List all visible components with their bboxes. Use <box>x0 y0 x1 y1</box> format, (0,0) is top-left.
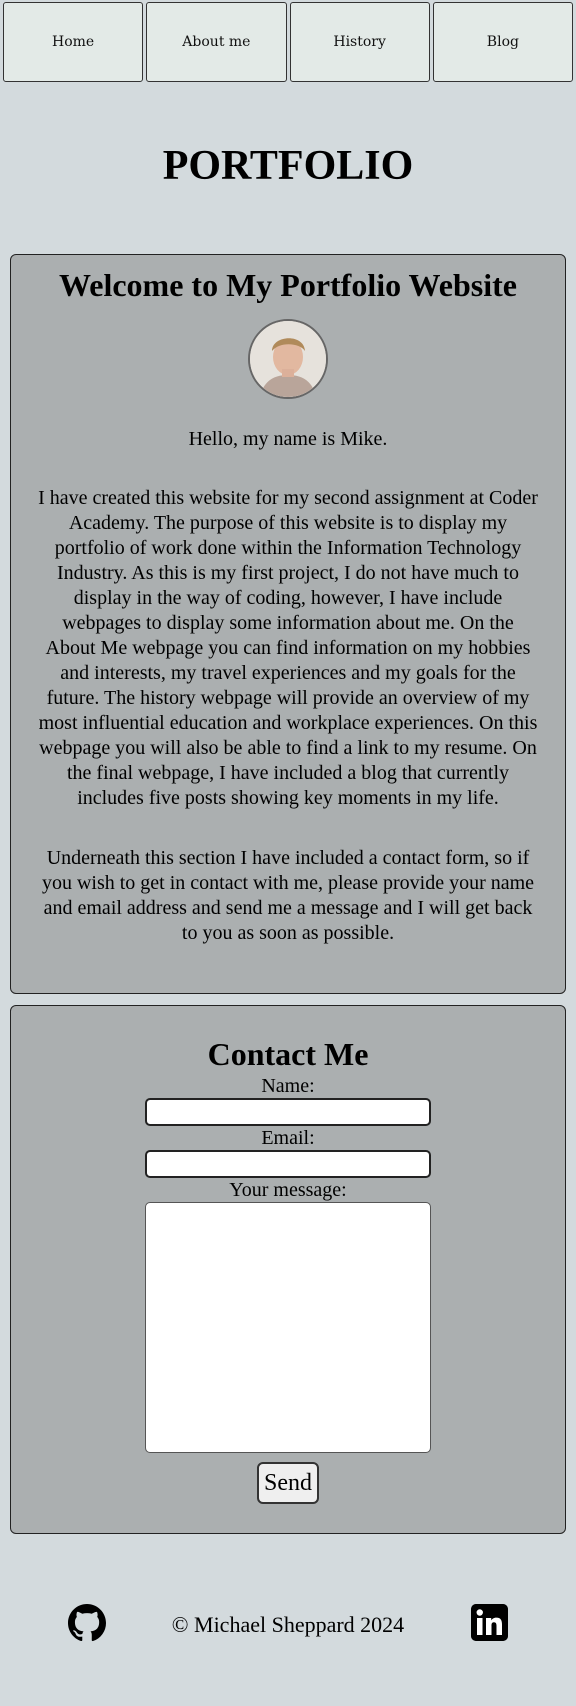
name-label: Name: <box>261 1075 315 1097</box>
contact-info-paragraph: Underneath this section I have included … <box>41 847 535 944</box>
profile-avatar <box>248 319 328 399</box>
nav-about-button[interactable]: About me <box>146 2 287 82</box>
nav-history-button[interactable]: History <box>289 2 430 82</box>
send-button[interactable]: Send <box>257 1462 319 1504</box>
contact-section: Contact Me Name: Email: Your message: Se… <box>10 1005 566 1534</box>
nav-blog-button[interactable]: Blog <box>432 2 573 82</box>
profile-photo <box>250 321 326 397</box>
greeting-text: Hello, my name is Mike. <box>188 428 388 450</box>
contact-heading: Contact Me <box>207 1036 369 1072</box>
message-textarea[interactable] <box>145 1202 431 1453</box>
message-label: Your message: <box>229 1179 347 1201</box>
nav-home-button[interactable]: Home <box>3 2 144 82</box>
page-title: PORTFOLIO <box>162 143 414 189</box>
email-label: Email: <box>261 1127 315 1149</box>
welcome-heading: Welcome to My Portfolio Website <box>59 267 517 303</box>
linkedin-icon[interactable] <box>471 1604 508 1641</box>
top-navigation: Home About me History Blog <box>3 2 573 82</box>
name-input[interactable] <box>145 1098 431 1126</box>
footer: © Michael Sheppard 2024 <box>0 1604 576 1646</box>
welcome-section: Welcome to My Portfolio Website Hello, m… <box>10 254 566 994</box>
email-input[interactable] <box>145 1150 431 1178</box>
intro-paragraph: I have created this website for my secon… <box>38 487 538 809</box>
contact-form: Name: Email: Your message: Send <box>145 1074 431 1504</box>
